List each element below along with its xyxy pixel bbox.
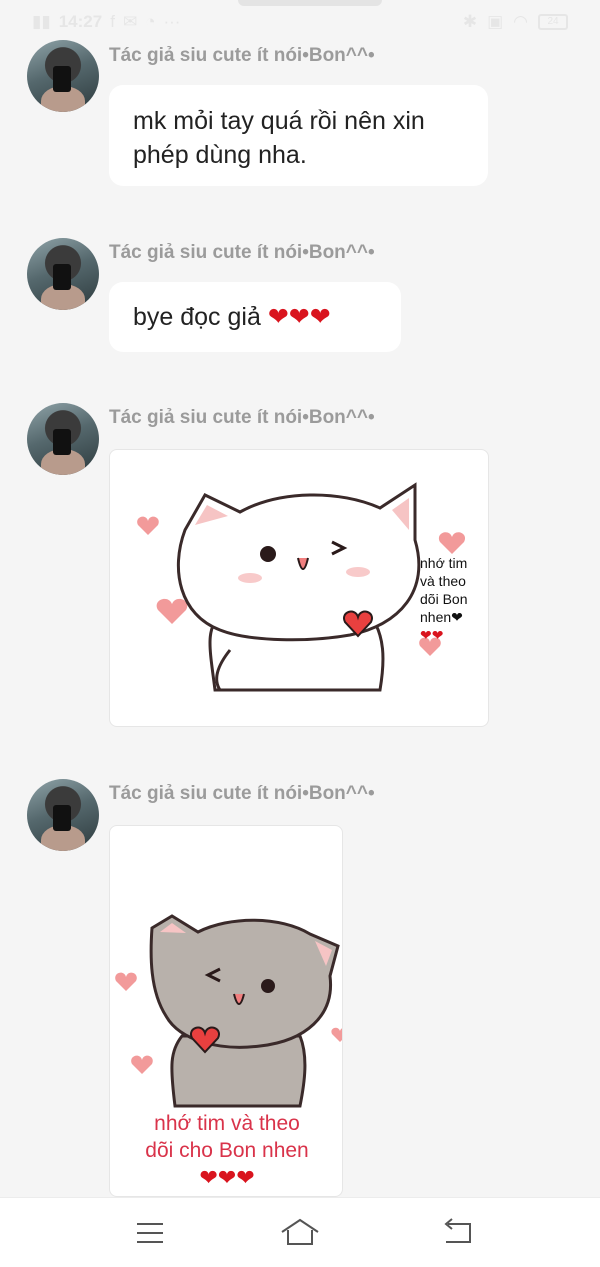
bluetooth-icon: ✱ bbox=[462, 12, 478, 31]
author-name[interactable]: Tác giả siu cute ít nói•Bon^^• bbox=[109, 242, 375, 264]
message-text: mk mỏi tay quá rồi nên xin bbox=[133, 107, 425, 135]
heart-shape bbox=[156, 598, 188, 624]
avatar[interactable] bbox=[27, 403, 99, 475]
sticker-caption-line: và theo bbox=[420, 573, 466, 589]
avatar[interactable] bbox=[27, 779, 99, 851]
chat-icon: ◔ bbox=[145, 12, 156, 31]
avatar[interactable] bbox=[27, 238, 99, 310]
status-right: ✱ ▣ ◠ 24 bbox=[463, 12, 568, 32]
sticker-caption-line: nhen❤ bbox=[420, 609, 463, 625]
cat-eye bbox=[260, 546, 276, 562]
heart-shape bbox=[331, 1027, 342, 1042]
heart-shape bbox=[131, 1055, 153, 1074]
status-left: ▮▮ 14:27 f ✉ ◔ ··· bbox=[32, 12, 180, 32]
cat-head bbox=[149, 914, 340, 1049]
vibrate-icon: ▣ bbox=[487, 12, 504, 31]
sticker-image[interactable]: nhớ tim và theo dõi Bon nhen❤ ❤❤ bbox=[109, 449, 489, 727]
home-button[interactable] bbox=[280, 1216, 320, 1250]
home-icon bbox=[281, 1218, 319, 1245]
author-name[interactable]: Tác giả siu cute ít nói•Bon^^• bbox=[109, 783, 375, 805]
wifi-icon: ◠ bbox=[513, 12, 528, 31]
sticker-image[interactable]: nhớ tim và theo dõi cho Bon nhen ❤❤❤ bbox=[109, 825, 343, 1197]
notch bbox=[238, 0, 382, 6]
author-name[interactable]: Tác giả siu cute ít nói•Bon^^• bbox=[109, 407, 375, 429]
sticker-caption: nhớ tim và theo dõi Bon nhen❤ ❤❤ bbox=[420, 554, 467, 644]
author-name[interactable]: Tác giả siu cute ít nói•Bon^^• bbox=[109, 45, 375, 67]
sticker-caption-line: nhớ tim và theo bbox=[154, 1112, 300, 1135]
message-bubble: bye đọc giả ❤❤❤ bbox=[109, 282, 401, 352]
cat-blush bbox=[346, 567, 370, 577]
sticker-caption-line: ❤❤ bbox=[420, 627, 444, 643]
sticker-caption-line: nhớ tim bbox=[420, 555, 468, 571]
grey-cat-sticker bbox=[115, 914, 342, 1108]
battery-icon: 24 bbox=[538, 14, 568, 30]
more-icon: ··· bbox=[163, 12, 181, 31]
message-text: bye đọc giả bbox=[133, 303, 261, 331]
facebook-icon: f bbox=[110, 12, 115, 31]
heart-emoji: ❤❤❤ bbox=[267, 303, 331, 331]
navigation-bar bbox=[0, 1197, 600, 1267]
menu-button[interactable] bbox=[130, 1216, 170, 1250]
back-button[interactable] bbox=[438, 1216, 478, 1250]
cat-blush bbox=[238, 573, 262, 583]
sticker-caption-line: dõi Bon bbox=[420, 591, 468, 607]
message-bubble: mk mỏi tay quá rồi nên xin phép dùng nha… bbox=[109, 85, 488, 186]
avatar[interactable] bbox=[27, 40, 99, 112]
sticker-caption-hearts: ❤❤❤ bbox=[199, 1165, 255, 1190]
signal-icon: ▮▮ bbox=[32, 12, 51, 31]
cat-eye bbox=[261, 979, 275, 993]
status-bar: ▮▮ 14:27 f ✉ ◔ ··· ✱ ▣ ◠ 24 bbox=[0, 0, 600, 44]
message-icon: ✉ bbox=[122, 12, 138, 31]
menu-icon bbox=[137, 1223, 163, 1243]
back-icon bbox=[444, 1218, 471, 1243]
status-time: 14:27 bbox=[58, 12, 103, 31]
heart-shape bbox=[438, 532, 466, 554]
heart-shape bbox=[115, 972, 137, 991]
heart-shape bbox=[137, 516, 159, 535]
message-text: phép dùng nha. bbox=[133, 141, 307, 169]
sticker-caption-line: dõi cho Bon nhen bbox=[145, 1139, 309, 1162]
sticker-caption: nhớ tim và theo dõi cho Bon nhen ❤❤❤ bbox=[110, 1110, 342, 1191]
